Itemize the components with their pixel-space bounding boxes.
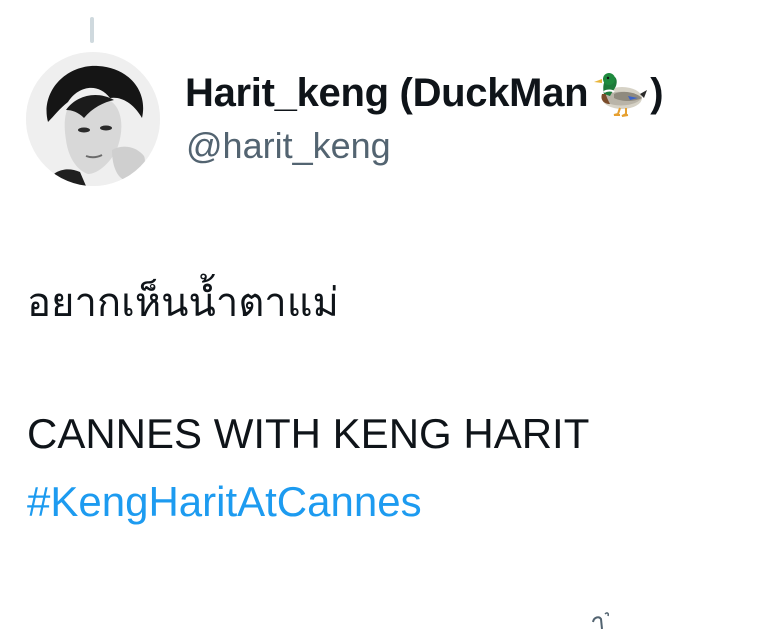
author-display-name-close: ) [650,70,664,115]
tweet-view: Harit_keng (DuckMan) @harit_keng อยากเห… [0,0,770,629]
author-handle[interactable]: @harit_keng [186,125,391,167]
avatar[interactable] [26,52,160,186]
thread-connector-line [90,17,94,43]
author-display-name[interactable]: Harit_keng (DuckMan [185,71,589,116]
author-name-row[interactable]: Harit_keng (DuckMan) [185,68,664,118]
cut-off-glyph [590,610,612,629]
hashtag-link[interactable]: #KengHaritAtCannes [27,478,422,526]
tweet-text-english: CANNES WITH KENG HARIT [27,410,590,457]
mallard-duck-icon [592,68,648,118]
tweet-text-thai: อยากเห็นน้ำตาแม่ [27,280,339,326]
